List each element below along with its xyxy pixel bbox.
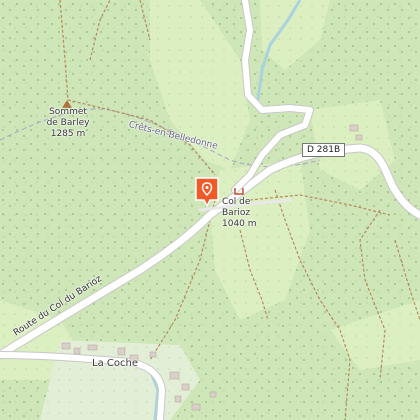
location-pin-icon[interactable] — [194, 176, 220, 208]
road-ref-shield: D 281B — [302, 143, 346, 157]
pass-icon — [234, 188, 244, 195]
map-canvas — [0, 0, 420, 420]
map-view[interactable]: Sommet de Barley 1285 m Crêts-en-Belledo… — [0, 0, 420, 420]
